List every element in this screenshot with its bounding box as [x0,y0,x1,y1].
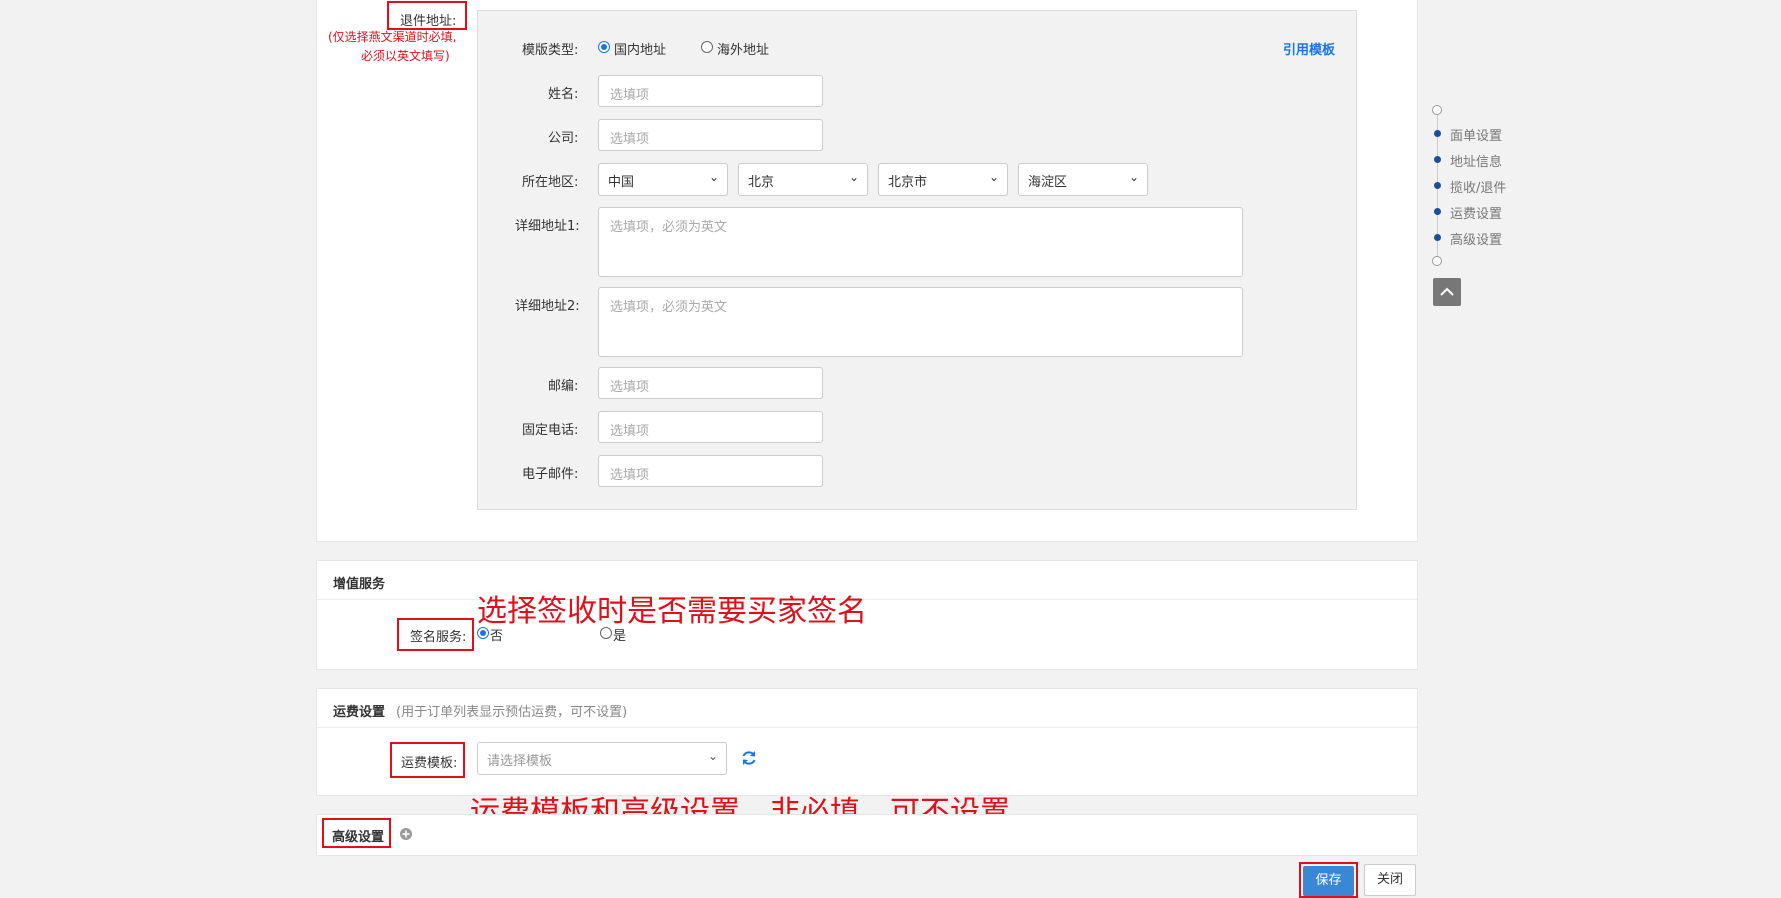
district-select[interactable]: 海淀区 ⌄ [1018,163,1148,196]
shipping-subtitle: (用于订单列表显示预估运费，可不设置) [396,705,628,720]
city-value: 北京市 [888,175,928,190]
return-address-note-2: 必须以英文填写) [361,49,450,63]
radio-overseas-label: 海外地址 [717,43,770,58]
zip-input[interactable]: 选填项 [598,367,823,399]
chevron-down-icon: ⌄ [708,170,719,184]
district-value: 海淀区 [1028,175,1068,190]
side-nav-item-pickup-return[interactable]: 揽收/退件 [1450,177,1506,196]
zip-label: 邮编: [548,379,579,394]
radio-domestic-label: 国内地址 [614,43,667,58]
side-nav-end [1432,256,1442,266]
highlight-advanced-title [322,818,391,848]
highlight-signature-label [397,618,474,651]
annotation-signature: 选择签收时是否需要买家签名 [477,594,867,629]
side-nav-item-shipping[interactable]: 运费设置 [1450,203,1502,222]
chevron-down-icon: ⌄ [988,170,999,184]
phone-input[interactable]: 选填项 [598,411,823,443]
shipping-template-placeholder: 请选择模板 [487,754,553,769]
cite-template-link[interactable]: 引用模板 [1283,39,1335,58]
shipping-header: 运费设置 (用于订单列表显示预估运费，可不设置) [317,689,1417,728]
template-type-label: 模版类型: [522,43,579,58]
chevron-down-icon: ⌄ [707,749,718,763]
radio-domestic[interactable] [598,41,610,53]
name-input[interactable]: 选填项 [598,75,823,107]
advanced-card [316,814,1418,856]
province-value: 北京 [748,175,775,190]
company-label: 公司: [548,131,579,146]
side-nav-dot [1434,234,1441,241]
chevron-down-icon: ⌄ [1128,170,1139,184]
address1-textarea[interactable]: 选填项，必须为英文 [598,207,1243,277]
address2-textarea[interactable]: 选填项，必须为英文 [598,287,1243,357]
side-nav-item-waybill[interactable]: 面单设置 [1450,125,1502,144]
name-label: 姓名: [548,87,579,102]
address1-label: 详细地址1: [515,219,580,234]
side-nav-dot [1434,156,1441,163]
country-value: 中国 [608,175,635,190]
highlight-shipping-template-label [390,742,465,778]
email-input[interactable]: 选填项 [598,455,823,487]
side-nav-item-advanced[interactable]: 高级设置 [1450,229,1502,248]
address2-label: 详细地址2: [515,299,580,314]
back-to-top-button[interactable] [1433,278,1461,306]
value-added-title: 增值服务 [333,577,386,592]
return-address-note-1: (仅选择燕文渠道时必填, [328,30,457,44]
side-nav-start [1432,105,1442,115]
email-label: 电子邮件: [522,467,579,482]
plus-circle-icon[interactable] [399,826,413,840]
side-nav-dot [1434,182,1441,189]
radio-overseas[interactable] [701,41,713,53]
company-input[interactable]: 选填项 [598,119,823,151]
side-nav-item-address[interactable]: 地址信息 [1450,151,1502,170]
chevron-down-icon: ⌄ [848,170,859,184]
shipping-template-select[interactable]: 请选择模板 ⌄ [477,742,727,775]
side-nav-dot [1434,208,1441,215]
close-button[interactable]: 关闭 [1364,864,1416,896]
province-select[interactable]: 北京 ⌄ [738,163,868,196]
chevron-up-icon [1440,287,1454,296]
phone-label: 固定电话: [522,423,579,438]
save-button[interactable]: 保存 [1303,866,1354,896]
region-label: 所在地区: [522,175,579,190]
refresh-icon[interactable] [739,748,759,768]
shipping-title: 运费设置 [333,705,386,720]
city-select[interactable]: 北京市 ⌄ [878,163,1008,196]
country-select[interactable]: 中国 ⌄ [598,163,728,196]
side-nav-dot [1434,130,1441,137]
highlight-return-address-label [387,1,467,30]
